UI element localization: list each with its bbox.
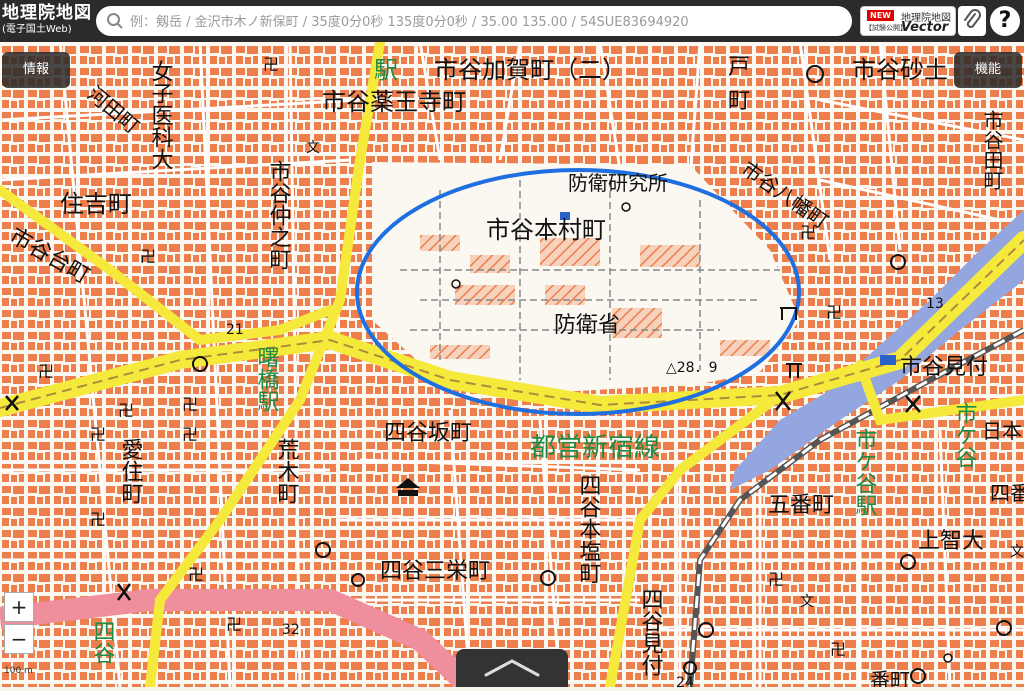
scale-bar: 100 m (4, 666, 33, 676)
top-bar: 地理院地図 (電子国土Web) NEW 【試験公開】 地理院地図 Vector … (0, 0, 1024, 42)
zoom-out-button[interactable]: − (4, 624, 34, 654)
svg-text:卍: 卍 (830, 640, 846, 659)
svg-text:卍: 卍 (182, 395, 198, 414)
svg-text:卍: 卍 (90, 425, 106, 444)
route-number: 13 (926, 296, 944, 312)
place-label: 荒木町 (274, 438, 300, 504)
place-label: 四番 (990, 481, 1024, 505)
functions-button[interactable]: 機能 (954, 52, 1022, 88)
place-label: 町 (728, 89, 750, 114)
vector-map-button[interactable]: NEW 【試験公開】 地理院地図 Vector (860, 6, 956, 36)
place-label: 防衛研究所 (568, 171, 668, 195)
place-label: 日本 (982, 419, 1022, 443)
vector-name-en: Vector (901, 20, 949, 35)
svg-text:卍: 卍 (226, 615, 242, 634)
elevation-label: △28．9 (666, 360, 718, 376)
info-button[interactable]: 情報 (2, 52, 70, 88)
place-label: 番町 (870, 668, 910, 687)
svg-text:卍: 卍 (182, 425, 198, 444)
place-label: 住吉町 (60, 190, 132, 218)
place-label: 四谷坂町 (384, 421, 472, 446)
svg-text:卍: 卍 (188, 565, 204, 584)
place-label: 四谷 (90, 620, 116, 664)
bottom-drawer-handle[interactable] (456, 649, 568, 687)
svg-text:卍: 卍 (38, 362, 54, 381)
zoom-in-button[interactable]: + (4, 592, 34, 622)
place-label: 防衛省 (554, 313, 620, 338)
place-label: 市谷加賀町（二） (434, 56, 626, 84)
station-label: 市ケ谷駅 (852, 428, 878, 516)
svg-text:卍: 卍 (140, 247, 156, 266)
place-label: 市谷薬王寺町 (322, 88, 466, 116)
search-icon (107, 13, 123, 29)
station-label: 市ケ谷 (952, 402, 978, 468)
station-label: 曙橋駅 (254, 346, 280, 412)
paperclip-icon (964, 9, 981, 28)
place-label: 市谷本村町 (486, 216, 606, 244)
station-label: 駅 (374, 56, 398, 84)
map-canvas[interactable]: 卍卍卍 卍卍卍 卍卍卍 卍卍卍 卍卍 文文文 市谷加賀町（二） 市谷薬王寺町 市… (0, 0, 1024, 687)
route-number: 32 (282, 622, 300, 638)
place-label: 市谷見付 (900, 355, 988, 380)
place-label: 市谷田町 (980, 110, 1004, 190)
svg-text:文: 文 (306, 140, 320, 156)
place-label: 戸 (728, 55, 750, 80)
place-label: 四谷見付 (638, 588, 664, 676)
app-title: 地理院地図 (2, 3, 92, 23)
svg-text:卍: 卍 (768, 570, 784, 589)
chevron-up-icon (484, 659, 540, 677)
svg-text:卍: 卍 (826, 303, 842, 322)
place-label: 五番町 (768, 493, 834, 518)
place-label: 女子医科大 (148, 60, 174, 170)
place-label: 上智大 (918, 529, 984, 554)
place-label: 四谷三栄町 (380, 559, 490, 584)
svg-text:文: 文 (800, 594, 814, 610)
svg-text:卍: 卍 (118, 401, 134, 420)
help-button[interactable]: ? (990, 6, 1020, 36)
place-label: 四谷本塩町 (576, 474, 602, 584)
svg-text:卍: 卍 (90, 510, 106, 529)
link-button[interactable] (958, 6, 986, 36)
line-label: 都営新宿線 (530, 433, 660, 463)
route-number: 21 (226, 322, 244, 338)
place-label: 市谷仲之町 (266, 160, 292, 270)
svg-text:卍: 卍 (263, 55, 279, 74)
search-box (96, 6, 852, 36)
route-number: 24 (676, 675, 694, 687)
svg-text:文: 文 (1010, 544, 1024, 560)
place-label: 市谷砂土 (852, 56, 948, 84)
search-input[interactable] (128, 9, 847, 35)
app-logo[interactable]: 地理院地図 (電子国土Web) (2, 5, 92, 35)
place-label: 愛住町 (118, 438, 144, 504)
app-subtitle: (電子国土Web) (2, 24, 72, 35)
new-badge: NEW (867, 10, 894, 21)
